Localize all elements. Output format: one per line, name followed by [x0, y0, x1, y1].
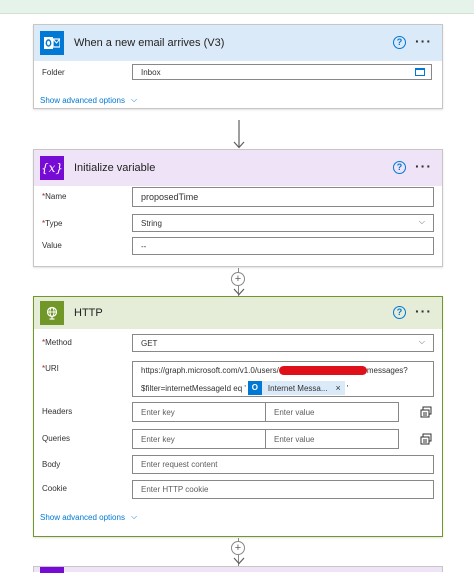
- more-options-icon[interactable]: ···: [415, 158, 432, 174]
- name-field[interactable]: proposedTime: [132, 187, 434, 207]
- globe-icon: [40, 301, 64, 325]
- http-card-header[interactable]: HTTP ? ···: [34, 297, 442, 329]
- headers-value-placeholder: Enter value: [274, 407, 315, 417]
- chevron-down-icon: ⌵: [130, 95, 138, 104]
- folder-field[interactable]: Inbox: [132, 64, 432, 80]
- show-advanced-options-link[interactable]: Show advanced options ⌵: [40, 95, 138, 106]
- initialize-variable-card[interactable]: {x} Initialize variable ? ··· *Name prop…: [33, 149, 443, 267]
- chevron-down-icon: ⌵: [418, 217, 425, 226]
- redaction-mark: [278, 366, 367, 376]
- switch-to-text-mode-icon[interactable]: [420, 405, 432, 423]
- token-remove-icon[interactable]: ×: [336, 383, 341, 393]
- initialize-variable-title: Initialize variable: [74, 162, 156, 174]
- trigger-title: When a new email arrives (V3): [74, 37, 225, 49]
- show-advanced-options-link[interactable]: Show advanced options ⌵: [40, 512, 138, 523]
- uri-label: *URI: [42, 364, 59, 373]
- type-value: String: [141, 218, 162, 228]
- trigger-card-header[interactable]: When a new email arrives (V3) ? ···: [34, 25, 442, 61]
- help-icon[interactable]: ?: [393, 306, 406, 319]
- queries-value-placeholder: Enter value: [274, 434, 315, 444]
- value-value: --: [141, 241, 147, 251]
- cookie-input[interactable]: Enter HTTP cookie: [132, 480, 434, 499]
- help-icon[interactable]: ?: [393, 161, 406, 174]
- uri-line2-prefix: $filter=internetMessageId eq ': [141, 383, 246, 393]
- value-label: Value: [42, 241, 62, 250]
- cookie-placeholder: Enter HTTP cookie: [141, 485, 209, 494]
- http-card[interactable]: HTTP ? ··· *Method GET ⌵ *URI https://gr…: [33, 296, 443, 537]
- headers-label: Headers: [42, 407, 73, 416]
- headers-key-input[interactable]: Enter key: [132, 402, 266, 422]
- method-label: *Method: [42, 338, 72, 347]
- name-label: *Name: [42, 192, 67, 201]
- uri-field[interactable]: https://graph.microsoft.com/v1.0/users/m…: [132, 361, 434, 397]
- queries-value-input[interactable]: Enter value: [265, 429, 399, 449]
- uri-line2-suffix: ': [346, 383, 349, 393]
- body-label: Body: [42, 460, 61, 469]
- insert-step-button[interactable]: +: [231, 272, 245, 286]
- type-dropdown[interactable]: String ⌵: [132, 214, 434, 232]
- show-advanced-options-label: Show advanced options: [40, 513, 125, 522]
- queries-key-placeholder: Enter key: [141, 434, 175, 444]
- uri-line1-suffix: messages?: [366, 366, 408, 375]
- trigger-card[interactable]: When a new email arrives (V3) ? ··· Fold…: [33, 24, 443, 109]
- queries-key-input[interactable]: Enter key: [132, 429, 266, 449]
- connector-arrowhead: [233, 557, 245, 565]
- insert-step-button[interactable]: +: [231, 541, 245, 555]
- initialize-variable-header[interactable]: {x} Initialize variable ? ···: [34, 150, 442, 186]
- variable-icon: [40, 567, 64, 573]
- dynamic-content-token[interactable]: O Internet Messa... ×: [247, 381, 345, 395]
- method-dropdown[interactable]: GET ⌵: [132, 334, 434, 352]
- http-title: HTTP: [74, 307, 103, 319]
- name-value: proposedTime: [141, 192, 199, 202]
- show-advanced-options-label: Show advanced options: [40, 96, 125, 105]
- body-placeholder: Enter request content: [141, 460, 218, 469]
- folder-value: Inbox: [141, 67, 161, 77]
- connector-arrow: [233, 120, 245, 149]
- more-options-icon[interactable]: ···: [415, 303, 432, 319]
- next-step-card[interactable]: [33, 566, 443, 573]
- switch-to-text-mode-icon[interactable]: [420, 432, 432, 450]
- chevron-down-icon: ⌵: [130, 512, 138, 521]
- value-field[interactable]: --: [132, 237, 434, 255]
- more-options-icon[interactable]: ···: [415, 33, 432, 49]
- cookie-label: Cookie: [42, 484, 67, 493]
- token-label: Internet Messa...: [267, 383, 328, 393]
- method-value: GET: [141, 338, 158, 348]
- folder-label: Folder: [42, 68, 65, 77]
- headers-value-input[interactable]: Enter value: [265, 402, 399, 422]
- connector-arrowhead: [233, 288, 245, 296]
- help-icon[interactable]: ?: [393, 36, 406, 49]
- folder-picker-icon[interactable]: [415, 68, 425, 76]
- type-label: *Type: [42, 219, 63, 228]
- queries-label: Queries: [42, 434, 71, 443]
- previous-step-strip: [0, 0, 474, 14]
- body-input[interactable]: Enter request content: [132, 455, 434, 474]
- variable-icon: {x}: [40, 156, 64, 180]
- headers-key-placeholder: Enter key: [141, 407, 175, 417]
- outlook-icon: O: [247, 381, 262, 395]
- chevron-down-icon: ⌵: [418, 337, 425, 346]
- uri-line1-prefix: https://graph.microsoft.com/v1.0/users/: [141, 366, 279, 375]
- outlook-icon: [40, 31, 64, 55]
